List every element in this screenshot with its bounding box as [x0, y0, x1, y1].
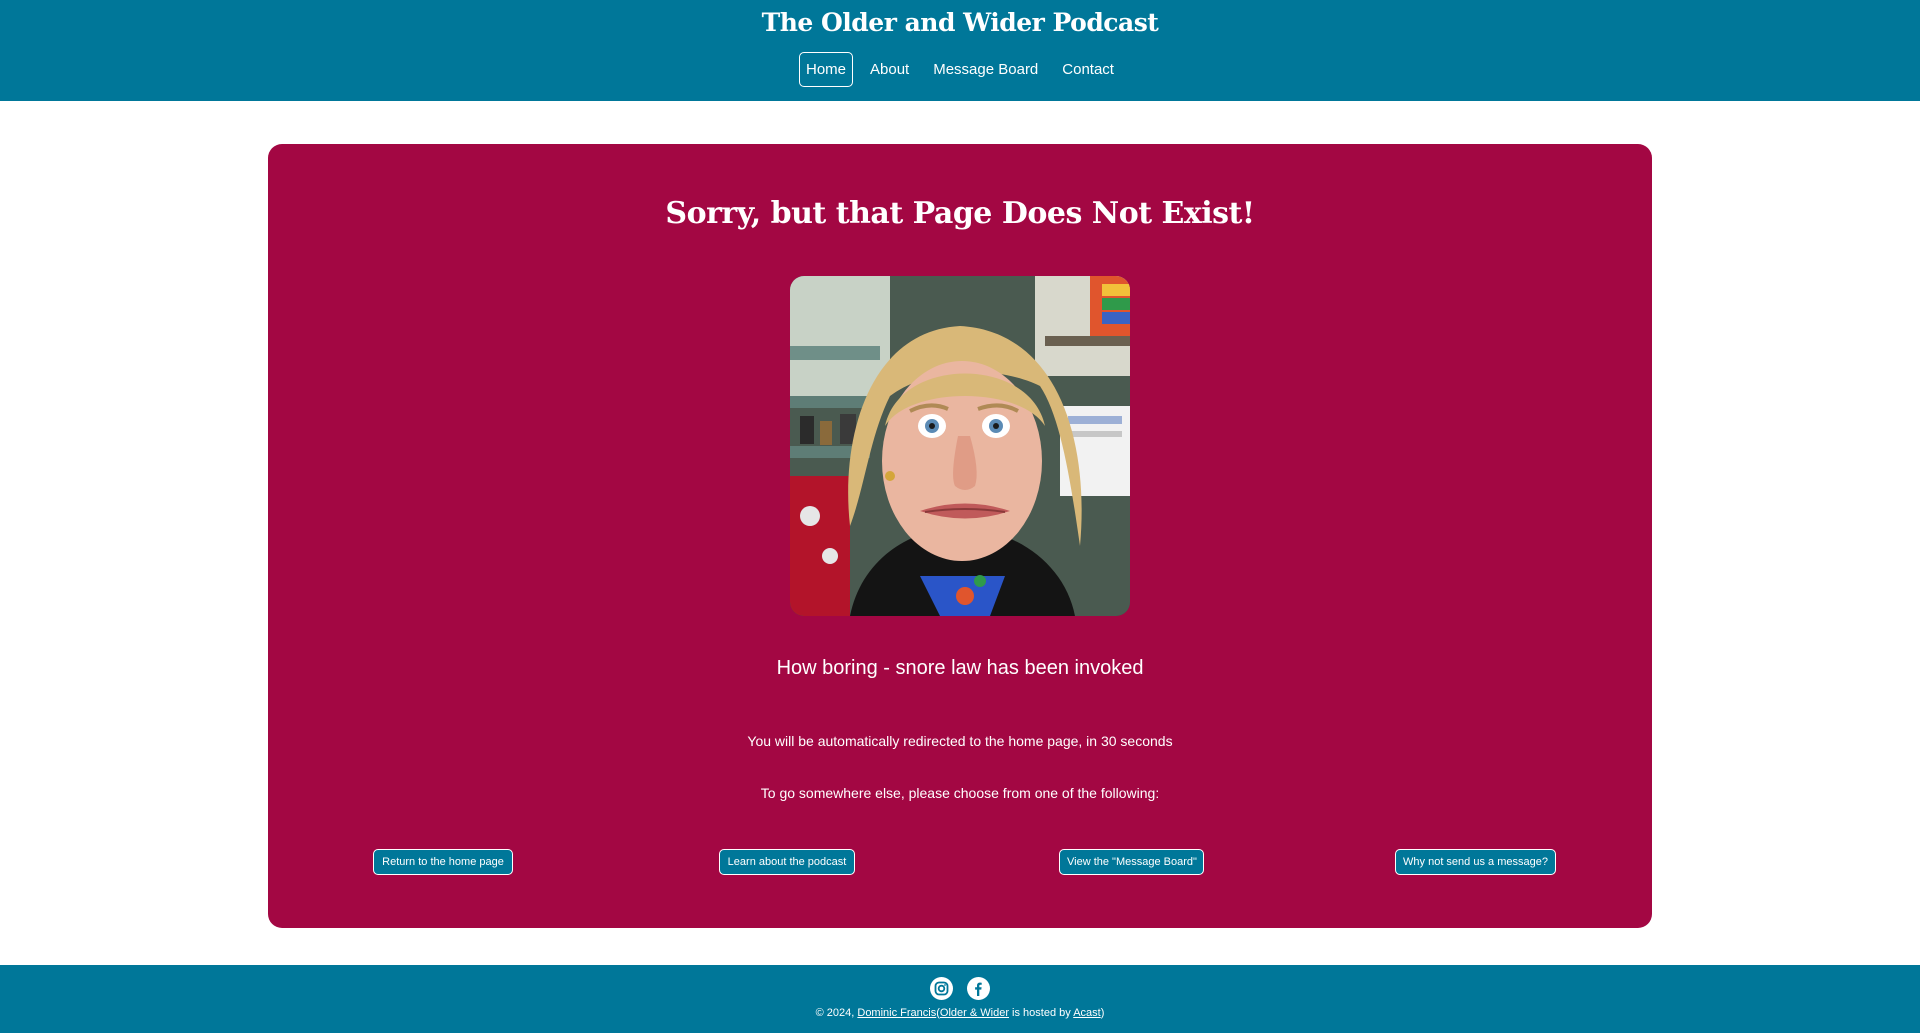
site-title: The Older and Wider Podcast — [761, 8, 1159, 37]
social-links — [0, 977, 1920, 1000]
nav-home[interactable]: Home — [799, 52, 854, 87]
author-link[interactable]: Dominic Francis — [857, 1007, 936, 1019]
nav-message-board[interactable]: Message Board — [926, 52, 1045, 87]
close-paren: ) — [1100, 1007, 1105, 1019]
send-message-button[interactable]: Why not send us a message? — [1395, 849, 1556, 875]
nav-about[interactable]: About — [863, 52, 916, 87]
page-title: Sorry, but that Page Does Not Exist! — [665, 196, 1255, 231]
return-home-button[interactable]: Return to the home page — [373, 849, 513, 875]
facebook-icon[interactable] — [967, 977, 990, 1000]
learn-about-podcast-button[interactable]: Learn about the podcast — [719, 849, 855, 875]
instagram-icon[interactable] — [930, 977, 953, 1000]
site-header: The Older and Wider Podcast Home About M… — [0, 0, 1920, 101]
main-nav: Home About Message Board Contact — [0, 52, 1920, 87]
site-footer: © 2024, Dominic Francis(Older & Wider is… — [0, 965, 1920, 1033]
copyright-text: © 2024, Dominic Francis(Older & Wider is… — [0, 1007, 1920, 1019]
error-card: Sorry, but that Page Does Not Exist! How… — [268, 144, 1652, 928]
view-message-board-button[interactable]: View the "Message Board" — [1059, 849, 1204, 875]
copyright-prefix: © 2024, — [815, 1007, 855, 1019]
photo-caption: How boring - snore law has been invoked — [776, 657, 1144, 679]
error-photo — [790, 276, 1130, 616]
host-link[interactable]: Acast — [1073, 1007, 1101, 1019]
redirect-notice: You will be automatically redirected to … — [747, 733, 1173, 749]
brand-link[interactable]: Older & Wider — [940, 1007, 1009, 1019]
hosted-text: is hosted by — [1012, 1007, 1071, 1019]
choose-instructions: To go somewhere else, please choose from… — [760, 785, 1160, 801]
nav-contact[interactable]: Contact — [1055, 52, 1121, 87]
